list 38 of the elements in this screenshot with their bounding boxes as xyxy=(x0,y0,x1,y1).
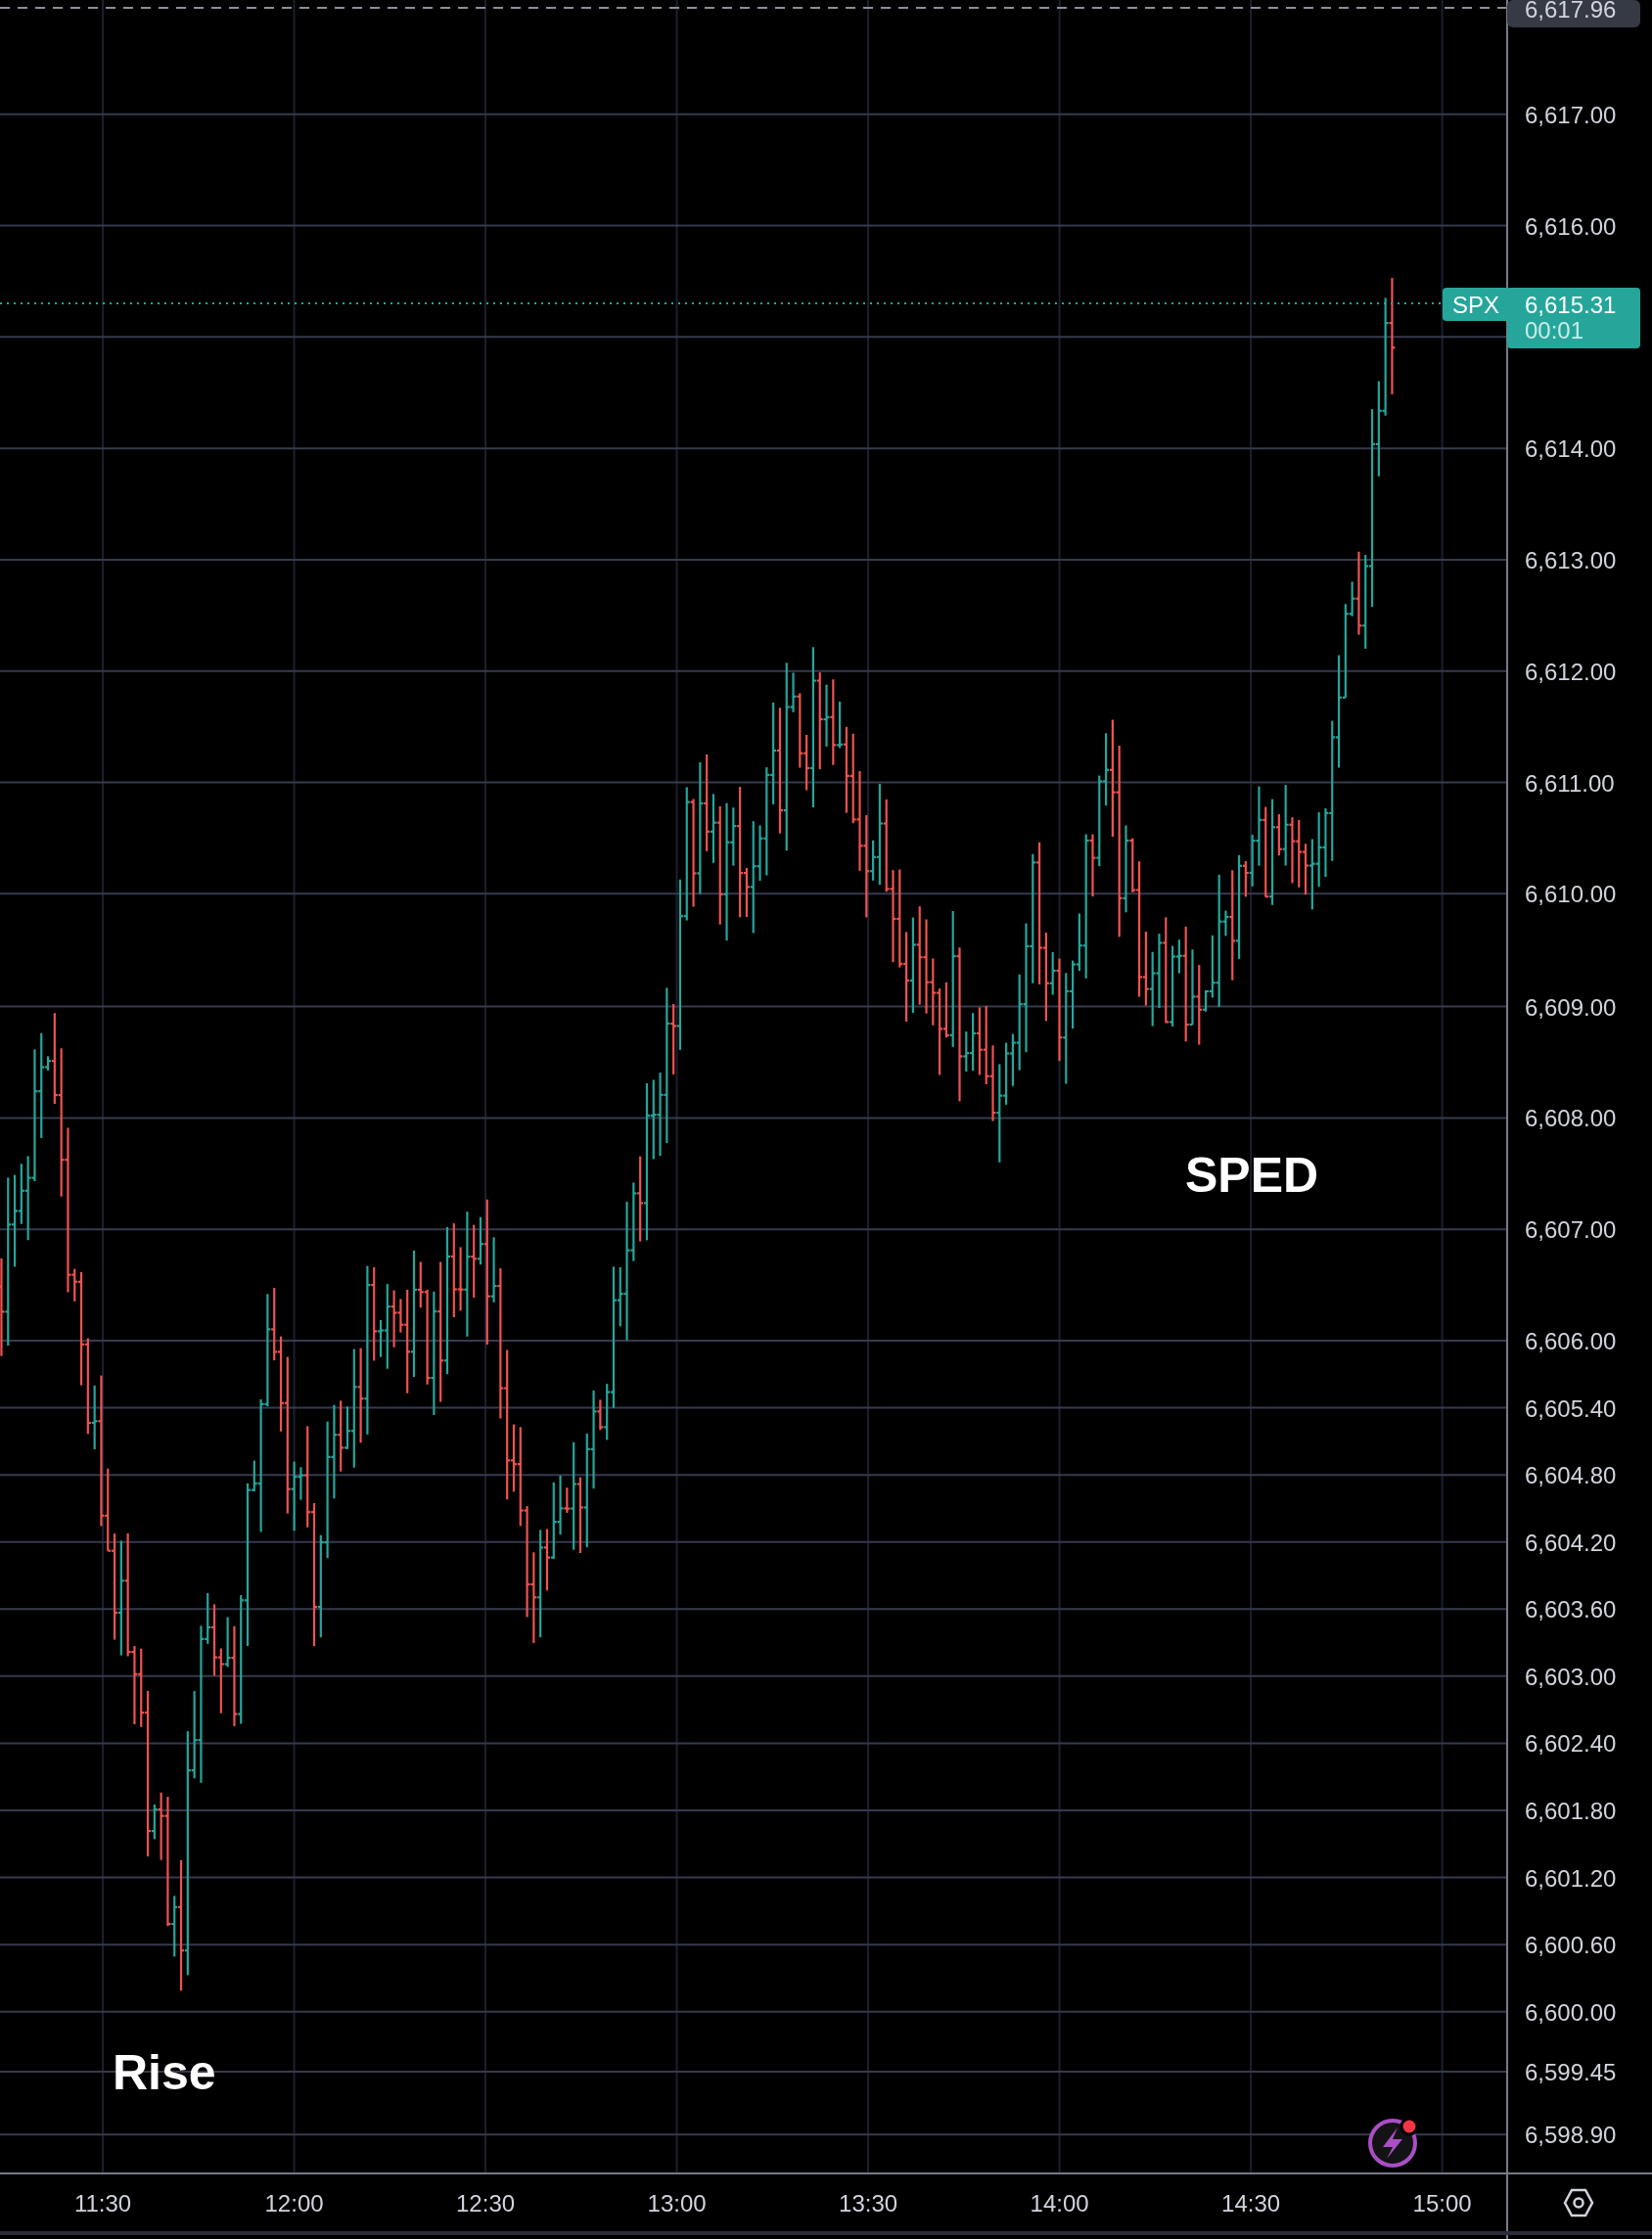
crosshair-price-tag: 6,617.96 xyxy=(1507,0,1640,27)
lightning-icon[interactable] xyxy=(1368,2117,1419,2168)
price-axis-label: 6,608.00 xyxy=(1525,1105,1617,1132)
symbol-tag: SPX xyxy=(1443,288,1511,321)
price-axis-label: 6,600.60 xyxy=(1525,1932,1617,1959)
time-axis-label: 13:30 xyxy=(839,2190,898,2216)
price-axis-label: 6,598.90 xyxy=(1525,2122,1617,2149)
price-axis-label: 6,602.40 xyxy=(1525,1730,1617,1758)
price-axis-label: 6,605.40 xyxy=(1525,1394,1617,1422)
price-axis-label: 6,603.60 xyxy=(1525,1596,1617,1623)
time-axis-label: 11:30 xyxy=(73,2190,132,2216)
price-axis-label: 6,599.45 xyxy=(1525,2059,1617,2085)
time-axis-label: 15:00 xyxy=(1412,2190,1472,2216)
price-axis-label: 6,604.80 xyxy=(1525,1462,1617,1489)
time-axis-label: 14:00 xyxy=(1030,2190,1089,2216)
chart-note: SPED xyxy=(1185,1148,1319,1203)
time-axis-label: 12:00 xyxy=(264,2190,324,2216)
price-axis-label: 6,617.00 xyxy=(1525,101,1617,128)
price-axis-label: 6,609.00 xyxy=(1525,993,1617,1021)
time-axis-label: 12:30 xyxy=(456,2190,516,2216)
settings-icon[interactable] xyxy=(1563,2188,1594,2217)
time-axis-label: 13:00 xyxy=(647,2190,707,2216)
price-axis-label: 6,611.00 xyxy=(1525,769,1615,797)
price-axis-label: 6,613.00 xyxy=(1525,546,1617,573)
price-axis-label: 6,610.00 xyxy=(1525,881,1617,908)
price-axis-label: 6,603.00 xyxy=(1525,1663,1617,1690)
time-axis-label: 14:30 xyxy=(1221,2190,1281,2216)
price-axis-label: 6,601.20 xyxy=(1525,1864,1617,1892)
price-axis-label: 6,612.00 xyxy=(1525,658,1617,685)
price-axis-label: 6,616.00 xyxy=(1525,212,1617,240)
last-price-tag: 6,615.31 00:01 xyxy=(1507,288,1640,348)
price-axis-label: 6,614.00 xyxy=(1525,435,1617,463)
price-axis-label: 6,600.00 xyxy=(1525,1998,1617,2026)
price-axis-label: 6,601.80 xyxy=(1525,1798,1617,1824)
price-axis-label: 6,606.00 xyxy=(1525,1328,1617,1354)
price-axis-label: 6,604.20 xyxy=(1525,1529,1617,1556)
price-axis-label: 6,607.00 xyxy=(1525,1216,1617,1244)
chart-note: Rise xyxy=(113,2045,216,2100)
